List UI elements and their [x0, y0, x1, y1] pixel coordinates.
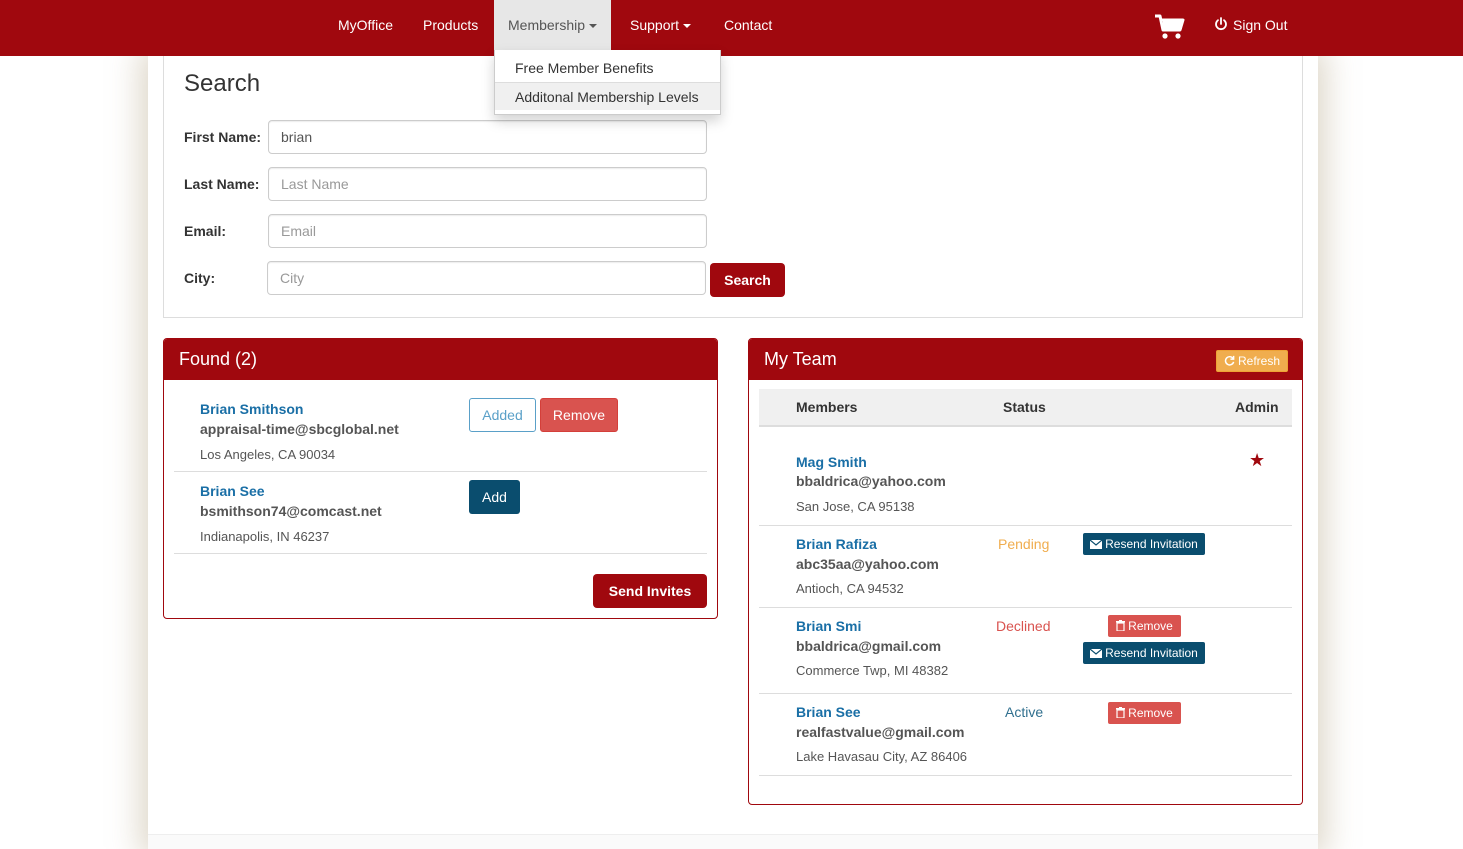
chevron-down-icon: [683, 24, 692, 29]
resend-label: Resend Invitation: [1105, 646, 1198, 660]
nav-support-label: Support: [630, 17, 680, 33]
row-divider: [174, 553, 707, 554]
team-member-name-link[interactable]: Brian Rafiza: [796, 536, 877, 552]
team-member-city: Lake Havasau City, AZ 86406: [796, 749, 968, 764]
email-label: Email:: [184, 223, 227, 239]
resend-invitation-button[interactable]: Resend Invitation: [1083, 642, 1205, 664]
status-badge: Pending: [998, 536, 1050, 552]
row-divider: [759, 607, 1292, 608]
found-email: bsmithson74@comcast.net: [200, 503, 382, 519]
team-member-city: Antioch, CA 94532: [796, 581, 904, 596]
search-button[interactable]: Search: [710, 263, 785, 297]
team-member-email: bbaldrica@yahoo.com: [796, 473, 946, 489]
email-input[interactable]: [268, 214, 707, 248]
nav-membership[interactable]: Membership: [494, 0, 612, 50]
found-name-link[interactable]: Brian See: [200, 483, 265, 499]
team-remove-button[interactable]: Remove: [1108, 615, 1181, 637]
row-divider: [759, 693, 1292, 694]
team-member-city: San Jose, CA 95138: [796, 499, 915, 514]
city-input[interactable]: [267, 261, 706, 295]
dropdown-item-additional-membership-levels[interactable]: Additonal Membership Levels: [495, 82, 720, 110]
star-icon[interactable]: ★: [1249, 450, 1265, 471]
found-title: Found (2): [164, 339, 717, 380]
send-invites-button[interactable]: Send Invites: [593, 574, 707, 608]
add-button[interactable]: Add: [469, 480, 520, 514]
my-team-title-text: My Team: [764, 349, 837, 369]
team-member-name-link[interactable]: Brian Smi: [796, 618, 861, 634]
trash-icon: [1116, 620, 1126, 631]
chevron-down-icon: [589, 24, 598, 29]
first-name-input[interactable]: [268, 120, 707, 154]
trash-icon: [1116, 707, 1126, 718]
nav-support[interactable]: Support: [630, 0, 692, 50]
footer: [148, 834, 1318, 849]
team-member-email: realfastvalue@gmail.com: [796, 724, 965, 740]
team-member-city: Commerce Twp, MI 48382: [796, 663, 949, 678]
dropdown-item-free-member-benefits[interactable]: Free Member Benefits: [495, 54, 720, 82]
col-status: Status: [1003, 399, 1046, 415]
search-title: Search: [184, 70, 261, 97]
row-divider: [759, 525, 1292, 526]
nav-membership-label: Membership: [508, 17, 586, 33]
membership-dropdown-menu: Free Member Benefits Additonal Membershi…: [494, 50, 721, 115]
remove-label: Remove: [1128, 706, 1173, 720]
resend-label: Resend Invitation: [1105, 537, 1198, 551]
row-divider: [759, 775, 1292, 776]
resend-invitation-button[interactable]: Resend Invitation: [1083, 533, 1205, 555]
envelope-icon: [1090, 649, 1103, 658]
team-member-name-link[interactable]: Mag Smith: [796, 454, 867, 470]
refresh-icon: [1224, 355, 1235, 366]
found-city: Indianapolis, IN 46237: [200, 529, 330, 544]
status-badge: Active: [1005, 704, 1044, 720]
sign-out-link[interactable]: Sign Out: [1214, 0, 1287, 50]
top-navbar: MyOffice Products Membership Support Con…: [0, 0, 1463, 56]
remove-button[interactable]: Remove: [540, 398, 618, 432]
col-admin: Admin: [1235, 399, 1279, 415]
envelope-icon: [1090, 540, 1103, 549]
power-icon: [1215, 17, 1227, 31]
team-member-email: bbaldrica@gmail.com: [796, 638, 942, 654]
found-name-link[interactable]: Brian Smithson: [200, 401, 303, 417]
col-members: Members: [796, 399, 858, 415]
first-name-label: First Name:: [184, 129, 262, 145]
status-badge: Declined: [996, 618, 1051, 634]
found-email: appraisal-time@sbcglobal.net: [200, 421, 399, 437]
remove-label: Remove: [1128, 619, 1173, 633]
team-table-header: Members Status Admin: [759, 389, 1292, 427]
nav-contact[interactable]: Contact: [724, 0, 772, 50]
sign-out-label: Sign Out: [1233, 17, 1288, 33]
refresh-button[interactable]: Refresh: [1216, 350, 1288, 372]
search-panel: Search First Name: Last Name: Email: Cit…: [163, 56, 1303, 318]
team-remove-button[interactable]: Remove: [1108, 702, 1181, 724]
found-city: Los Angeles, CA 90034: [200, 447, 336, 462]
nav-myoffice[interactable]: MyOffice: [338, 0, 393, 50]
my-team-panel: My Team Refresh Members Status Admin Mag…: [748, 338, 1303, 805]
added-button[interactable]: Added: [469, 398, 536, 432]
team-member-name-link[interactable]: Brian See: [796, 704, 861, 720]
city-label: City:: [184, 270, 216, 286]
team-member-email: abc35aa@yahoo.com: [796, 556, 939, 572]
last-name-input[interactable]: [268, 167, 707, 201]
found-panel: Found (2) Brian Smithson appraisal-time@…: [163, 338, 718, 619]
row-divider: [174, 471, 707, 472]
refresh-label: Refresh: [1237, 354, 1281, 368]
last-name-label: Last Name:: [184, 176, 260, 192]
cart-icon[interactable]: [1154, 14, 1186, 40]
nav-products[interactable]: Products: [423, 0, 478, 50]
